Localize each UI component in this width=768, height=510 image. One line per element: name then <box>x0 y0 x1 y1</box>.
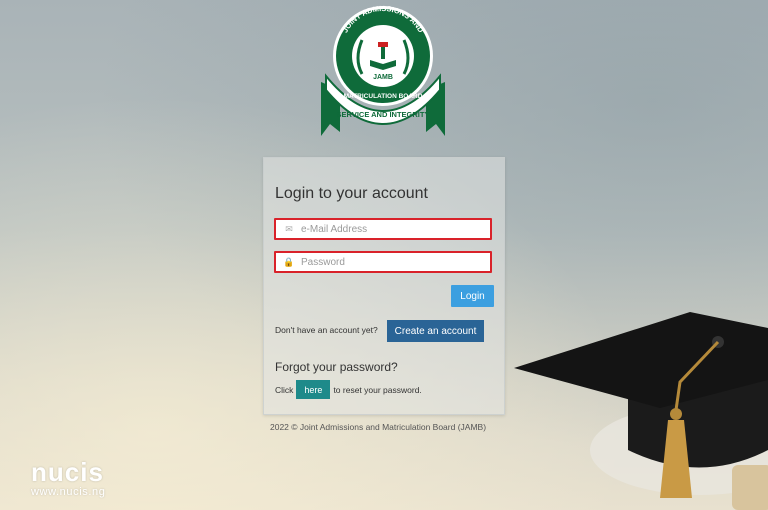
seal-acronym: JAMB <box>373 74 393 81</box>
ribbon-text: SERVICE AND INTEGRITY <box>337 110 430 119</box>
reset-prefix: Click <box>275 384 294 395</box>
password-field[interactable]: 🔒 <box>274 251 492 273</box>
copyright-footer: 2022 © Joint Admissions and Matriculatio… <box>270 422 487 432</box>
reset-suffix: to reset your password. <box>333 384 422 395</box>
signup-question: Don't have an account yet? <box>275 325 378 335</box>
torch-flame-icon <box>378 42 388 47</box>
seal-bottom-text: MATRICULATION BOARD <box>344 93 423 100</box>
login-button[interactable]: Login <box>451 285 494 307</box>
envelope-icon: ✉ <box>285 223 293 234</box>
watermark-name: nucis <box>31 457 104 487</box>
nucis-watermark: nucis www.nucis.ng <box>31 459 105 498</box>
login-panel: Login to your account ✉ 🔒 Login Don't ha… <box>263 157 505 415</box>
watermark-url: www.nucis.ng <box>31 486 106 498</box>
reset-here-button[interactable]: here <box>296 380 331 399</box>
graduation-cap-image <box>514 312 768 510</box>
email-field[interactable]: ✉ <box>274 218 492 240</box>
password-input[interactable] <box>299 255 483 269</box>
forgot-password-heading: Forgot your password? <box>275 360 398 374</box>
diploma-scroll <box>732 465 768 510</box>
login-heading: Login to your account <box>275 185 428 202</box>
create-account-button[interactable]: Create an account <box>387 320 484 342</box>
jamb-logo: SERVICE AND INTEGRITY JOINT ADMISSIONS A… <box>321 4 445 136</box>
email-input[interactable] <box>299 222 483 236</box>
lock-icon: 🔒 <box>283 256 295 267</box>
reset-password-row: Click here to reset your password. <box>275 380 422 399</box>
